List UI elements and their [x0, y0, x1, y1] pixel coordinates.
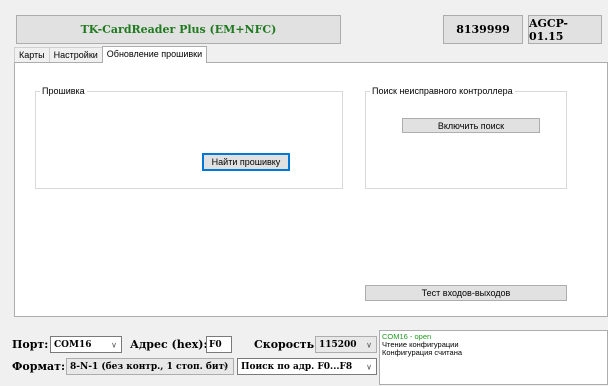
firmware-group: Прошивка Найти прошивку	[35, 86, 343, 189]
search-group-legend: Поиск неисправного контроллера	[370, 86, 515, 97]
chevron-down-icon: ∨	[111, 340, 117, 349]
search-mode-select[interactable]: Поиск по адр. F0...F8 ∨	[237, 358, 377, 375]
log-line: Конфигурация считана	[382, 348, 463, 357]
firmware-group-legend: Прошивка	[40, 86, 87, 97]
tab-firmware-update[interactable]: Обновление прошивки	[101, 46, 208, 63]
tab-settings[interactable]: Настройки	[48, 47, 103, 62]
address-label: Адрес (hex):	[130, 338, 208, 351]
speed-label: Скорость:	[254, 338, 319, 351]
format-value: 8-N-1 (без контр., 1 стоп. бит)	[70, 361, 229, 372]
port-value: COM16	[54, 339, 92, 350]
chevron-down-icon: ∨	[366, 340, 372, 349]
search-faulty-controller-group: Поиск неисправного контроллера Включить …	[365, 86, 567, 189]
port-label: Порт:	[12, 338, 49, 351]
tab-bar: Карты Настройки Обновление прошивки	[14, 46, 208, 63]
format-label: Формат:	[12, 360, 66, 373]
tab-panel: Прошивка Найти прошивку Поиск неисправно…	[14, 62, 608, 317]
firmware-version-button[interactable]: AGCP-01.15	[528, 15, 602, 44]
speed-value: 115200	[319, 339, 357, 350]
chevron-down-icon: ∨	[223, 362, 229, 371]
find-firmware-button[interactable]: Найти прошивку	[202, 153, 290, 171]
serial-number-button[interactable]: 8139999	[443, 15, 523, 44]
device-title-button[interactable]: TK-CardReader Plus (EM+NFC)	[16, 15, 341, 44]
search-mode-value: Поиск по адр. F0...F8	[241, 361, 353, 372]
tab-cards[interactable]: Карты	[14, 47, 50, 62]
chevron-down-icon: ∨	[366, 362, 372, 371]
enable-search-button[interactable]: Включить поиск	[402, 118, 540, 133]
log-output[interactable]: COM16 - open Чтение конфигурации Конфигу…	[379, 330, 608, 385]
format-select[interactable]: 8-N-1 (без контр., 1 стоп. бит) ∨	[66, 358, 234, 375]
speed-select[interactable]: 115200 ∨	[315, 336, 377, 353]
address-input[interactable]: F0	[206, 336, 232, 353]
port-select[interactable]: COM16 ∨	[50, 336, 122, 353]
io-test-button[interactable]: Тест входов-выходов	[365, 285, 567, 301]
